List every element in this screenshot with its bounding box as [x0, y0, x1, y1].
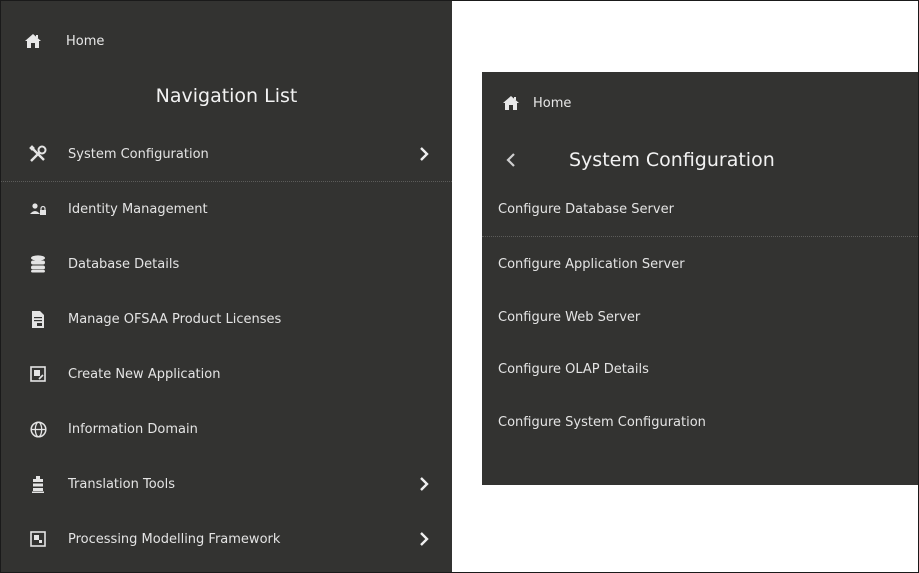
submenu-home-link[interactable]: Home [503, 91, 571, 115]
new-application-icon [28, 366, 48, 382]
nav-item-label: Manage OFSAA Product Licenses [68, 311, 282, 327]
submenu-item-configure-application-server[interactable]: Configure Application Server [482, 237, 918, 291]
submenu-item-label: Configure OLAP Details [498, 361, 649, 377]
chevron-right-icon[interactable] [419, 512, 429, 566]
license-document-icon [28, 310, 48, 328]
nav-item-label: System Configuration [68, 146, 209, 162]
nav-item-label: Create New Application [68, 366, 221, 382]
home-icon [25, 34, 47, 48]
submenu-header: System Configuration [482, 140, 918, 180]
nav-item-database-details[interactable]: Database Details [1, 237, 452, 291]
globe-icon [28, 420, 48, 438]
submenu-title: System Configuration [569, 149, 775, 171]
tools-icon [28, 145, 48, 163]
navigation-panel: Home Navigation List System Configuratio… [1, 1, 452, 572]
chevron-left-icon[interactable] [506, 140, 516, 180]
nav-item-identity-management[interactable]: Identity Management [1, 182, 452, 236]
nav-item-system-configuration[interactable]: System Configuration [1, 127, 452, 182]
chevron-right-icon[interactable] [419, 457, 429, 511]
submenu-home-label: Home [533, 95, 572, 111]
nav-item-label: Database Details [68, 256, 180, 272]
submenu-item-configure-olap-details[interactable]: Configure OLAP Details [482, 342, 918, 396]
submenu-item-configure-system-configuration[interactable]: Configure System Configuration [482, 395, 918, 449]
home-icon [503, 96, 523, 110]
nav-item-create-new-application[interactable]: Create New Application [1, 347, 452, 401]
nav-home-link[interactable]: Home [25, 29, 104, 53]
framework-icon [28, 531, 48, 547]
nav-item-label: Processing Modelling Framework [68, 531, 281, 547]
translation-tools-icon [28, 475, 48, 493]
submenu-item-label: Configure System Configuration [498, 414, 706, 430]
submenu-item-label: Configure Database Server [498, 201, 674, 217]
submenu-item-configure-web-server[interactable]: Configure Web Server [482, 290, 918, 344]
submenu-item-label: Configure Application Server [498, 256, 685, 272]
submenu-item-configure-database-server[interactable]: Configure Database Server [482, 182, 918, 237]
nav-item-translation-tools[interactable]: Translation Tools [1, 457, 452, 511]
nav-item-label: Identity Management [68, 201, 208, 217]
submenu-item-label: Configure Web Server [498, 309, 641, 325]
database-icon [28, 255, 48, 273]
chevron-right-icon[interactable] [419, 127, 429, 181]
users-lock-icon [28, 202, 48, 216]
navigation-list-title: Navigation List [155, 85, 298, 107]
system-configuration-submenu: Home System Configuration Configure Data… [482, 72, 918, 485]
nav-item-information-domain[interactable]: Information Domain [1, 402, 452, 456]
nav-home-label: Home [66, 33, 105, 49]
nav-item-label: Information Domain [68, 421, 198, 437]
nav-item-label: Translation Tools [68, 476, 175, 492]
nav-item-processing-modelling-framework[interactable]: Processing Modelling Framework [1, 512, 452, 566]
nav-item-manage-licenses[interactable]: Manage OFSAA Product Licenses [1, 292, 452, 346]
